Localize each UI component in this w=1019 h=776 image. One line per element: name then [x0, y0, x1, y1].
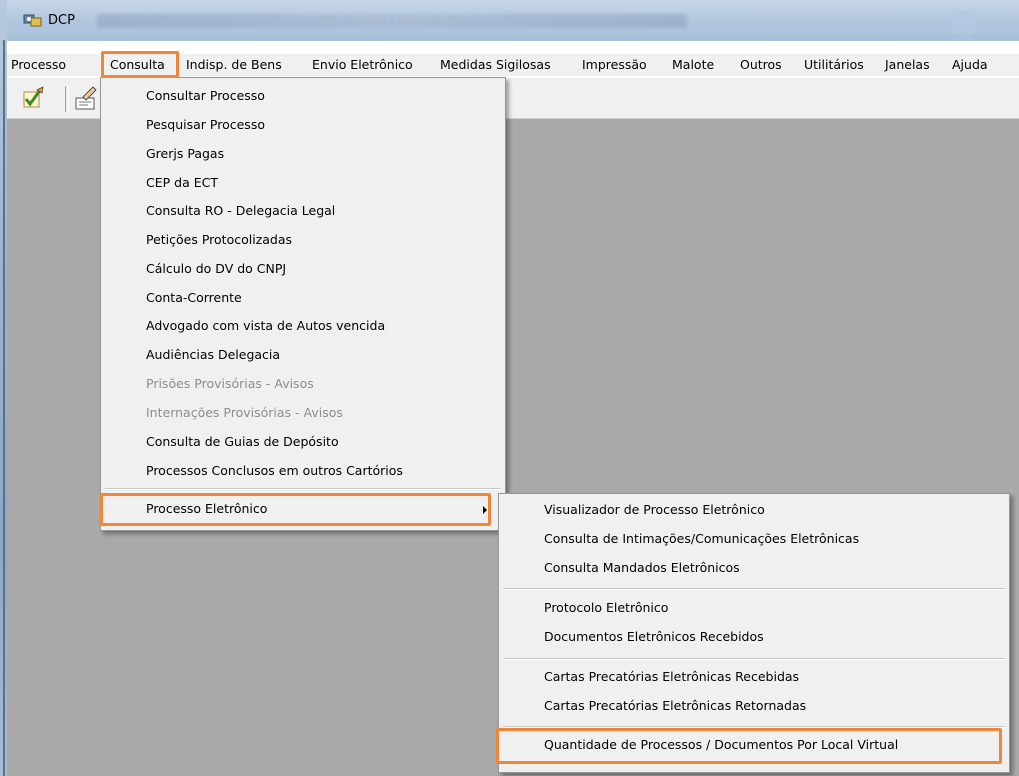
title-bar-obscured-region — [97, 14, 687, 28]
menu-item-consulta-ro-delegacia-legal[interactable]: Consulta RO - Delegacia Legal — [146, 198, 335, 224]
menu-ajuda[interactable]: Ajuda — [952, 56, 988, 74]
menu-item-audiencias-delegacia[interactable]: Audiências Delegacia — [146, 342, 280, 368]
menu-envio-eletronico[interactable]: Envio Eletrônico — [312, 56, 413, 74]
menu-item-documentos-eletronicos-recebidos[interactable]: Documentos Eletrônicos Recebidos — [544, 624, 764, 650]
menu-item-cartas-precatorias-retornadas[interactable]: Cartas Precatórias Eletrônicas Retornada… — [544, 693, 806, 719]
menu-item-consultar-processo[interactable]: Consultar Processo — [146, 83, 265, 109]
menu-impressao[interactable]: Impressão — [582, 56, 647, 74]
menu-item-peticoes-protocolizadas[interactable]: Petições Protocolizadas — [146, 227, 292, 253]
toolbar-separator — [65, 86, 69, 112]
menu-item-pesquisar-processo[interactable]: Pesquisar Processo — [146, 112, 265, 138]
menu-separator — [503, 588, 1005, 590]
dcp-app-icon — [23, 12, 43, 28]
menu-separator — [105, 488, 501, 490]
menu-item-cartas-precatorias-recebidas[interactable]: Cartas Precatórias Eletrônicas Recebidas — [544, 664, 799, 690]
menu-separator — [503, 658, 1005, 660]
menu-item-grerjs-pagas[interactable]: Grerjs Pagas — [146, 141, 224, 167]
highlight-consulta-menu — [101, 51, 179, 78]
highlight-processo-eletronico — [100, 493, 491, 526]
title-bar-button-region — [952, 10, 976, 34]
highlight-quantidade-processos — [496, 728, 1002, 764]
menu-malote[interactable]: Malote — [672, 56, 714, 74]
menu-item-visualizador-processo-eletronico[interactable]: Visualizador de Processo Eletrônico — [544, 497, 765, 523]
menu-processo[interactable]: Processo — [11, 56, 66, 74]
menu-outros[interactable]: Outros — [740, 56, 782, 74]
menu-item-consulta-mandados-eletronicos[interactable]: Consulta Mandados Eletrônicos — [544, 555, 740, 581]
menu-item-prisoes-provisorias-avisos: Prisões Provisórias - Avisos — [146, 376, 314, 391]
menu-indisp-de-bens[interactable]: Indisp. de Bens — [186, 56, 282, 74]
title-bar: DCP — [7, 0, 1019, 41]
menu-item-calculo-dv-cnpj[interactable]: Cálculo do DV do CNPJ — [146, 256, 286, 282]
menu-item-advogado-vista-autos-vencida[interactable]: Advogado com vista de Autos vencida — [146, 313, 385, 339]
menu-item-processos-conclusos-outros-cartorios[interactable]: Processos Conclusos em outros Cartórios — [146, 458, 403, 484]
checkmark-pencil-icon[interactable] — [19, 84, 47, 112]
menu-item-protocolo-eletronico[interactable]: Protocolo Eletrônico — [544, 595, 668, 621]
consulta-menu: Consultar Processo Pesquisar Processo Gr… — [100, 77, 506, 531]
menu-item-consulta-intimacoes-comunicacoes[interactable]: Consulta de Intimações/Comunicações Elet… — [544, 526, 859, 552]
menu-utilitarios[interactable]: Utilitários — [804, 56, 864, 74]
menu-item-consulta-guias-deposito[interactable]: Consulta de Guias de Depósito — [146, 429, 339, 455]
menu-item-conta-corrente[interactable]: Conta-Corrente — [146, 285, 242, 311]
application-window: DCP Processo Consulta Indisp. de Bens En… — [0, 0, 1019, 776]
window-left-frame — [0, 0, 7, 776]
menu-item-internacoes-provisorias-avisos: Internações Provisórias - Avisos — [146, 405, 343, 420]
hand-writing-icon[interactable] — [73, 84, 101, 112]
window-title: DCP — [48, 13, 75, 28]
menu-item-cep-da-ect[interactable]: CEP da ECT — [146, 170, 218, 196]
menu-medidas-sigilosas[interactable]: Medidas Sigilosas — [440, 56, 551, 74]
menu-janelas[interactable]: Janelas — [885, 56, 930, 74]
